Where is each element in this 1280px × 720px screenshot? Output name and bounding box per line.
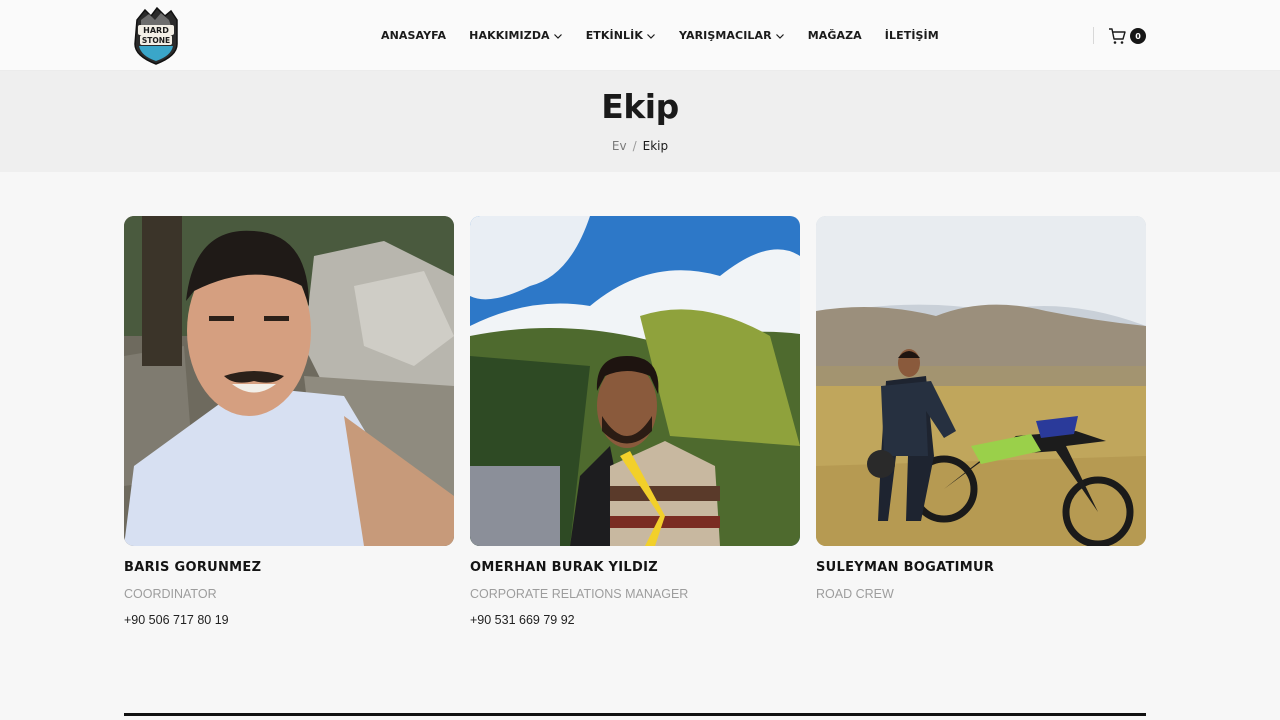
member-photo[interactable] bbox=[470, 216, 800, 546]
member-photo[interactable] bbox=[124, 216, 454, 546]
cart-count-badge: 0 bbox=[1130, 28, 1146, 44]
nav-item-anasayfa[interactable]: ANASAYFA bbox=[381, 29, 446, 42]
nav-item-iletisim[interactable]: İLETİŞİM bbox=[885, 29, 939, 42]
nav-item-etkinlik[interactable]: ETKİNLİK bbox=[586, 29, 656, 42]
nav-item-yarismacilar[interactable]: YARIŞMACILAR bbox=[679, 29, 785, 42]
member-name: SULEYMAN BOGATIMUR bbox=[816, 560, 995, 575]
breadcrumb: Ev / Ekip bbox=[0, 139, 1280, 153]
chevron-down-icon bbox=[647, 33, 655, 39]
member-role: COORDINATOR bbox=[124, 587, 217, 601]
member-phone[interactable]: +90 506 717 80 19 bbox=[124, 613, 454, 627]
breadcrumb-current: Ekip bbox=[642, 139, 669, 153]
member-role: CORPORATE RELATIONS MANAGER bbox=[470, 587, 689, 601]
nav-item-hakkimizda[interactable]: HAKKIMIZDA bbox=[469, 29, 563, 42]
team-card: OMERHAN BURAK YILDIZ CORPORATE RELATIONS… bbox=[470, 216, 800, 627]
nav-item-magaza[interactable]: MAĞAZA bbox=[808, 29, 862, 42]
member-name: OMERHAN BURAK YILDIZ bbox=[470, 560, 658, 575]
breadcrumb-home-link[interactable]: Ev bbox=[612, 139, 627, 153]
chevron-down-icon bbox=[553, 33, 562, 39]
member-role: ROAD CREW bbox=[816, 587, 894, 601]
team-card: SULEYMAN BOGATIMUR ROAD CREW bbox=[816, 216, 1146, 601]
page-title-band: Ekip Ev / Ekip bbox=[0, 71, 1280, 172]
section-divider bbox=[124, 713, 1146, 716]
svg-text:HARD: HARD bbox=[143, 26, 169, 35]
page-title: Ekip bbox=[601, 87, 679, 126]
chevron-down-icon bbox=[775, 33, 784, 39]
member-phone[interactable]: +90 531 669 79 92 bbox=[470, 613, 800, 627]
site-header: HARD STONE ANASAYFA HAKKIMIZDA ETKİNLİK … bbox=[0, 0, 1280, 71]
breadcrumb-separator: / bbox=[632, 139, 637, 153]
member-name: BARIS GORUNMEZ bbox=[124, 560, 262, 575]
team-grid: BARIS GORUNMEZ COORDINATOR +90 506 717 8… bbox=[124, 216, 1146, 646]
cart-button[interactable]: 0 bbox=[1108, 27, 1148, 47]
hardstone-logo[interactable]: HARD STONE bbox=[131, 6, 181, 66]
main-nav: ANASAYFA HAKKIMIZDA ETKİNLİK YARIŞMACILA… bbox=[381, 0, 962, 71]
member-photo[interactable] bbox=[816, 216, 1146, 546]
svg-text:STONE: STONE bbox=[142, 36, 170, 45]
header-divider bbox=[1093, 27, 1094, 44]
team-card: BARIS GORUNMEZ COORDINATOR +90 506 717 8… bbox=[124, 216, 454, 627]
cart-icon bbox=[1109, 28, 1126, 44]
